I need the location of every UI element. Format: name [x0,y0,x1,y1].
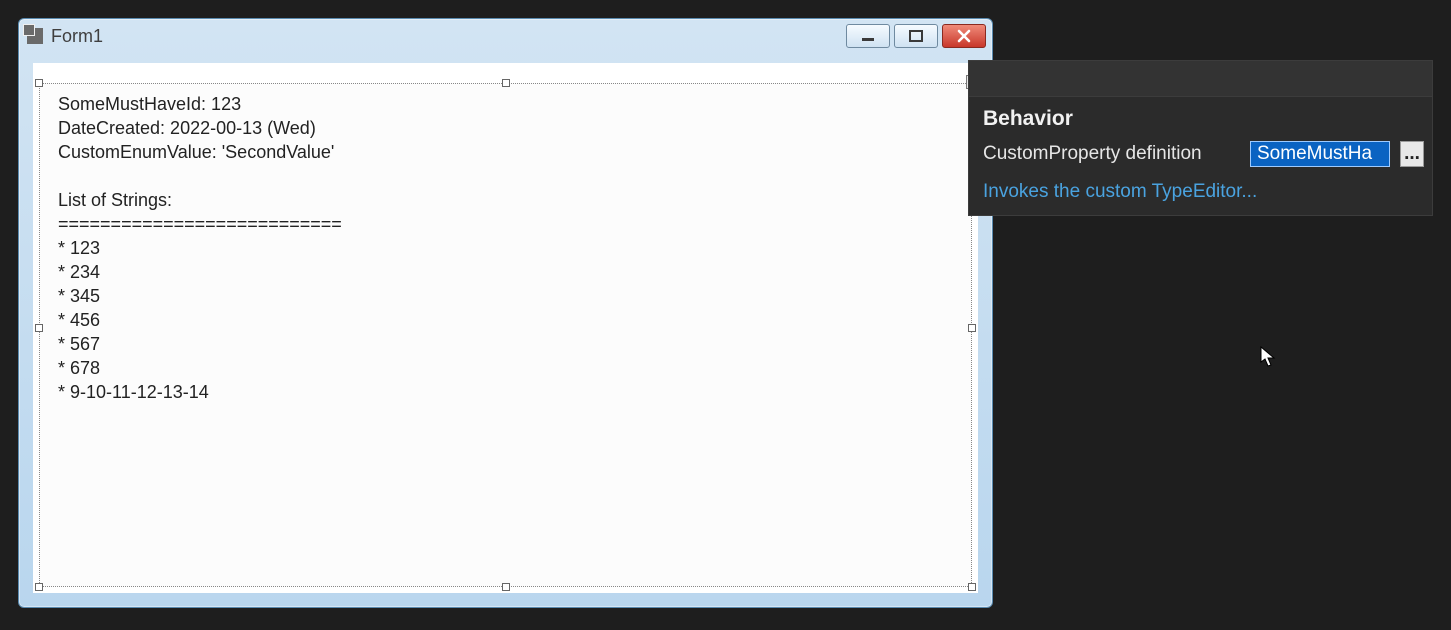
resize-handle-middle-right[interactable] [968,324,976,332]
window-buttons [846,24,986,48]
designer-canvas[interactable]: SomeMustHaveId: 123 DateCreated: 2022-00… [33,63,978,593]
maximize-button[interactable] [894,24,938,48]
property-popup: Behavior CustomProperty definition SomeM… [968,60,1433,216]
mouse-cursor-icon [1260,346,1276,368]
resize-handle-bottom-right[interactable] [968,583,976,591]
control-text-content: SomeMustHaveId: 123 DateCreated: 2022-00… [58,92,342,404]
resize-handle-bottom-left[interactable] [35,583,43,591]
resize-handle-bottom-middle[interactable] [502,583,510,591]
property-value-field[interactable]: SomeMustHa [1250,141,1390,167]
property-ellipsis-button[interactable]: ... [1400,141,1424,167]
property-description[interactable]: Invokes the custom TypeEditor... [969,175,1432,215]
maximize-icon [907,29,925,43]
property-popup-header[interactable] [969,61,1432,97]
property-category: Behavior [969,97,1432,137]
property-row: CustomProperty definition SomeMustHa ... [969,137,1432,175]
titlebar[interactable]: Form1 [19,19,992,53]
window-title: Form1 [51,26,103,47]
resize-handle-middle-left[interactable] [35,324,43,332]
resize-handle-top-left[interactable] [35,79,43,87]
control-selection[interactable]: SomeMustHaveId: 123 DateCreated: 2022-00… [39,83,972,587]
close-icon [955,29,973,43]
form-window: Form1 SomeMustHaveId: 123 DateCreated: [18,18,993,608]
app-icon [27,28,43,44]
close-button[interactable] [942,24,986,48]
property-label: CustomProperty definition [983,143,1240,165]
minimize-icon [859,29,877,43]
minimize-button[interactable] [846,24,890,48]
resize-handle-top-middle[interactable] [502,79,510,87]
